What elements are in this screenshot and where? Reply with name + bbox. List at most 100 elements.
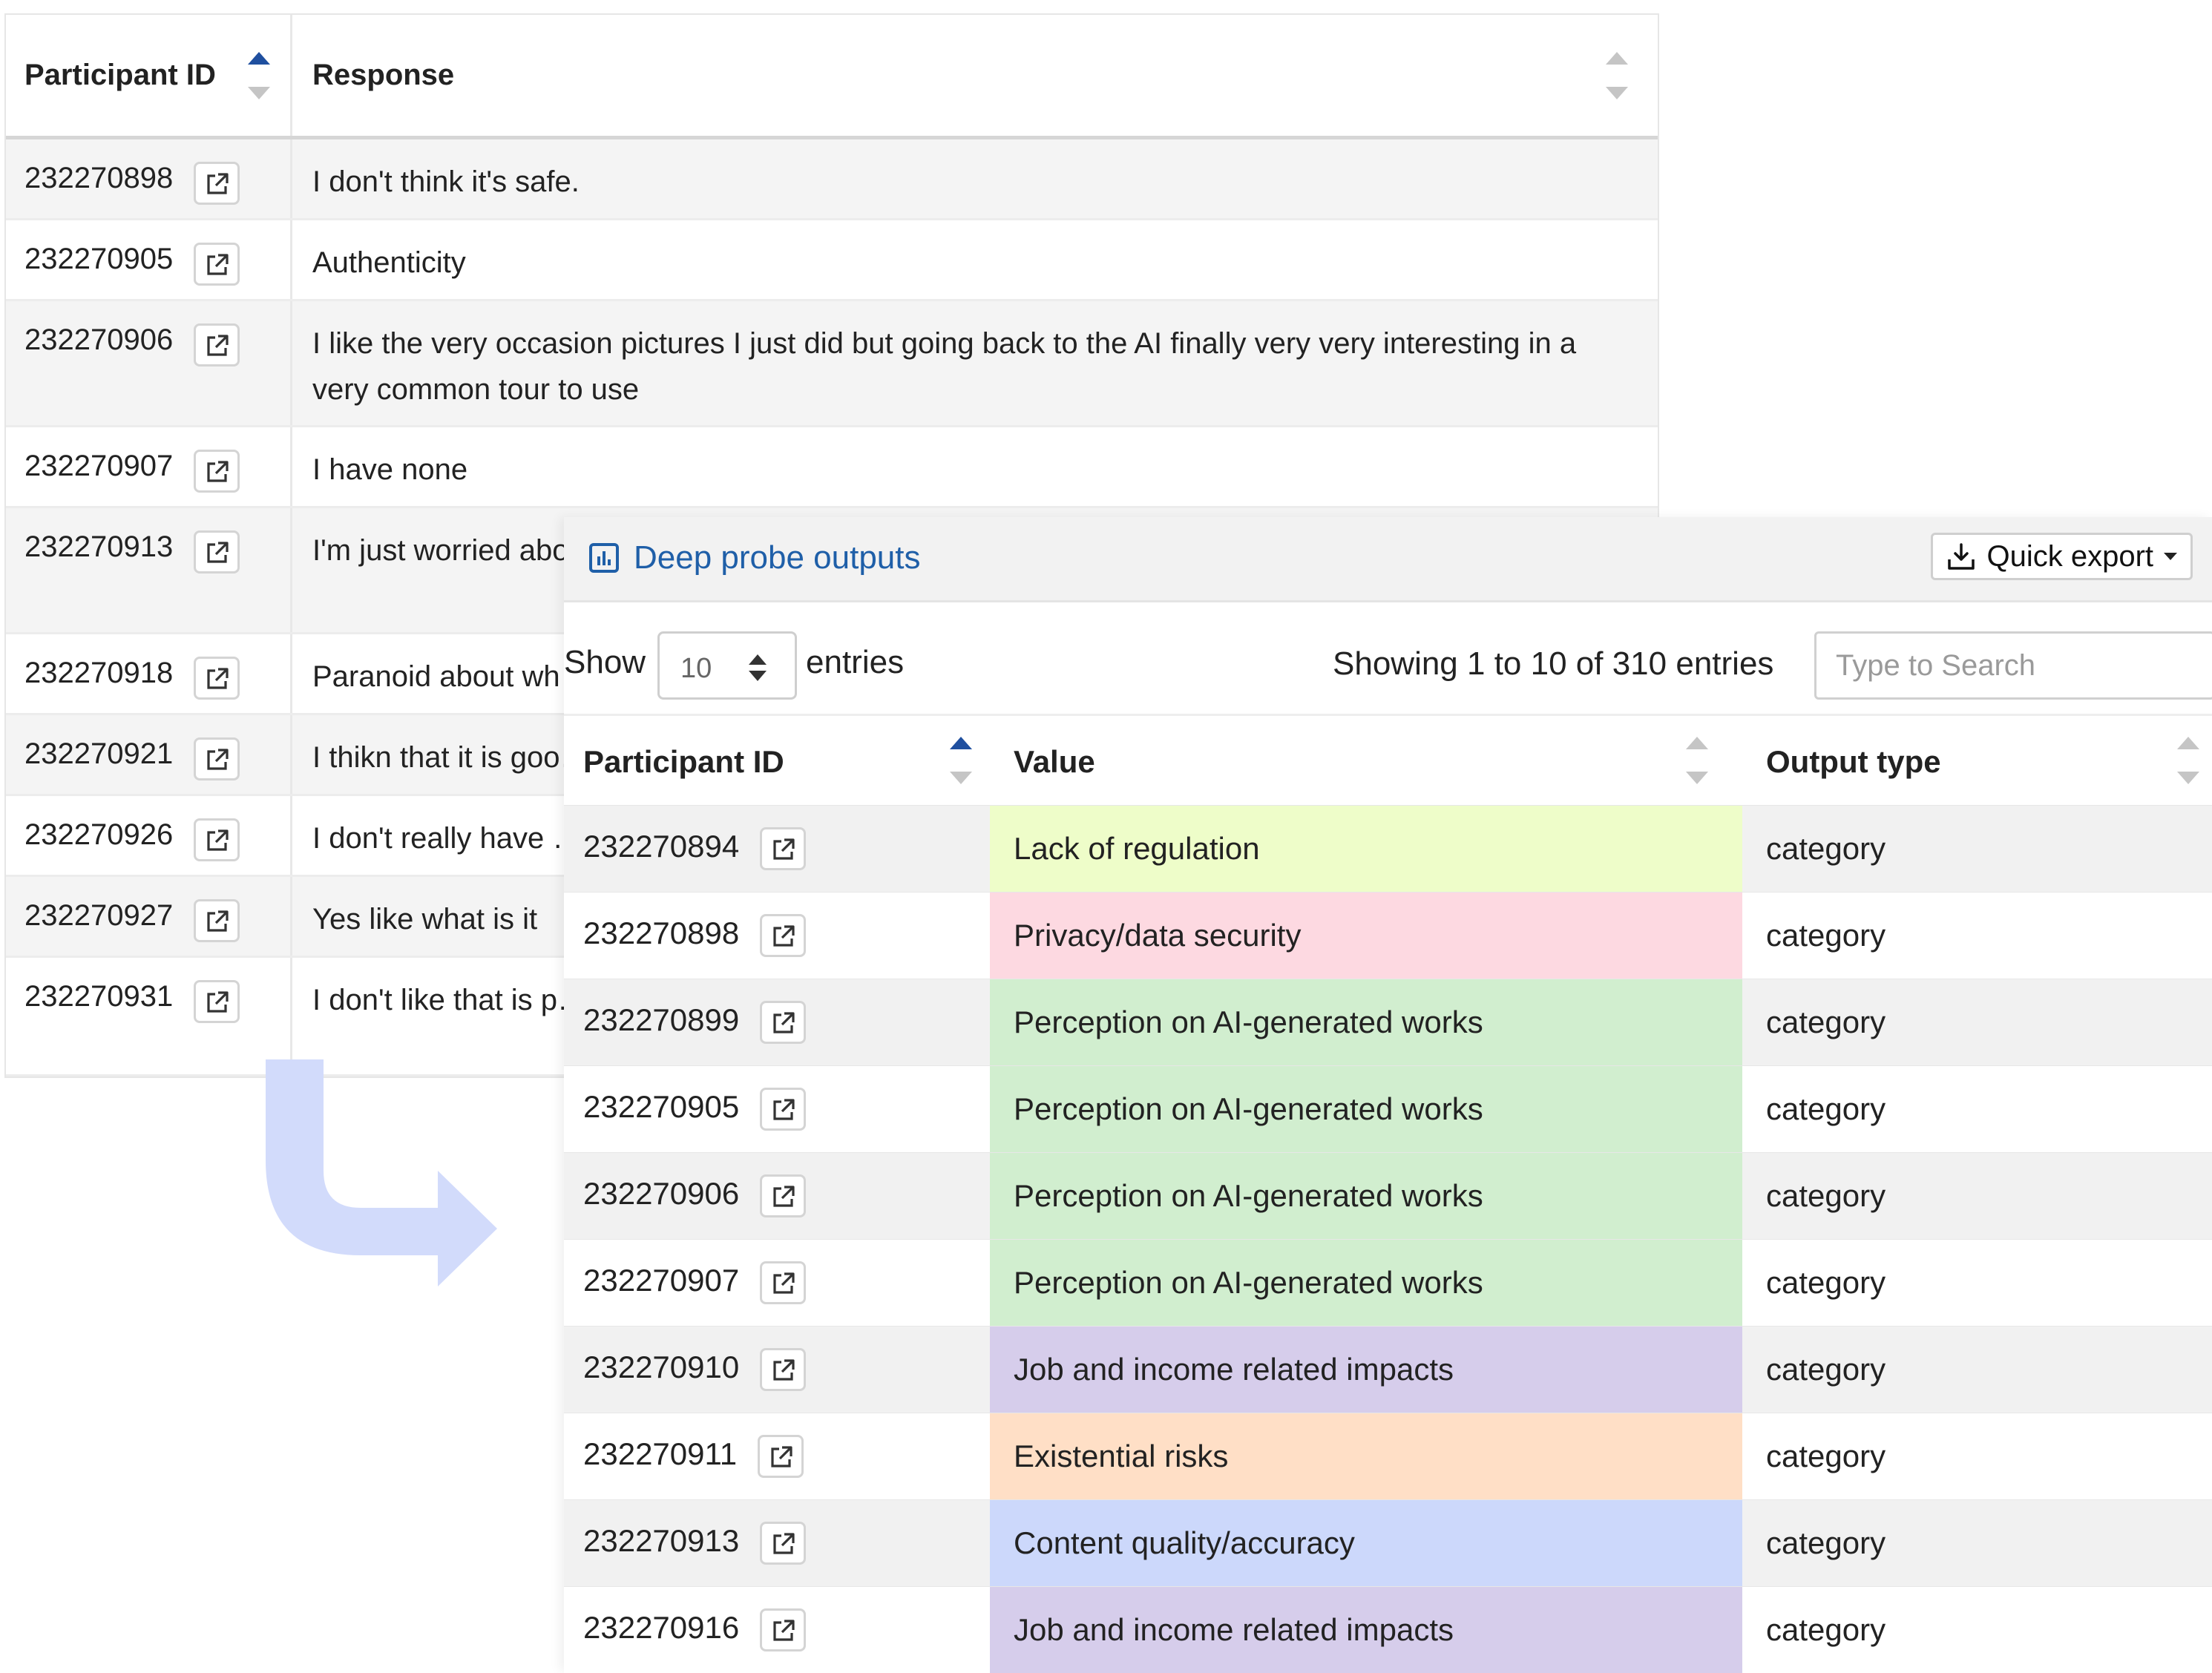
participant-id-cell: 232270898: [6, 139, 292, 218]
response-cell: I have none: [292, 427, 1658, 506]
table-row: 232270905Perception on AI-generated work…: [564, 1066, 2212, 1153]
participant-id: 232270894: [583, 829, 739, 864]
participant-id: 232270921: [24, 737, 173, 771]
search-input[interactable]: [1814, 631, 2212, 700]
participant-id: 232270918: [24, 657, 173, 690]
column-header-label: Participant ID: [24, 59, 216, 92]
external-link-button[interactable]: [194, 530, 240, 573]
participant-id-cell: 232270905: [6, 220, 292, 299]
participant-id-cell: 232270906: [564, 1153, 990, 1240]
panel-title-text: Deep probe outputs: [634, 539, 921, 576]
participant-id: 232270907: [24, 450, 173, 483]
external-link-button[interactable]: [760, 1001, 806, 1044]
participant-id-cell: 232270907: [564, 1240, 990, 1327]
value-cell: Existential risks: [990, 1413, 1742, 1500]
output-type-cell: category: [1742, 1500, 2212, 1587]
column-header-participant-id[interactable]: Participant ID: [564, 715, 990, 806]
external-link-button[interactable]: [760, 1522, 806, 1565]
value-cell: Lack of regulation: [990, 806, 1742, 893]
external-link-button[interactable]: [194, 737, 240, 780]
participant-id: 232270911: [583, 1436, 737, 1471]
table-row: 232270898 I don't think it's safe.: [6, 139, 1658, 220]
participant-id-cell: 232270921: [6, 715, 292, 794]
column-header-participant-id[interactable]: Participant ID: [6, 15, 292, 136]
deep-probe-panel: Deep probe outputs Quick export Show 10 …: [564, 517, 2212, 1671]
external-link-button[interactable]: [194, 899, 240, 942]
value-cell: Perception on AI-generated works: [990, 1240, 1742, 1327]
entries-per-page-select[interactable]: 10: [657, 631, 797, 700]
value-cell: Perception on AI-generated works: [990, 1066, 1742, 1153]
value-cell: Job and income related impacts: [990, 1587, 1742, 1673]
participant-id: 232270906: [24, 323, 173, 357]
value-cell: Privacy/data security: [990, 893, 1742, 979]
table-row: 232270906I like the very occasion pictur…: [6, 301, 1658, 427]
external-link-button[interactable]: [760, 1261, 806, 1304]
participant-id: 232270898: [583, 916, 739, 950]
external-link-button[interactable]: [760, 1088, 806, 1131]
table-row: 232270898Privacy/data securitycategory: [564, 893, 2212, 979]
participant-id: 232270916: [583, 1610, 739, 1645]
table-row: 232270907 Perception on AI-generated work…: [564, 1240, 2212, 1327]
output-type-cell: category: [1742, 1153, 2212, 1240]
arrow-icon: [266, 1059, 503, 1327]
column-header-label: Value: [1014, 744, 1095, 780]
panel-header: Deep probe outputs Quick export: [564, 517, 2212, 602]
table-header-row: Participant ID Value Output type: [564, 715, 2212, 806]
external-link-button[interactable]: [194, 657, 240, 700]
sort-icon[interactable]: [1606, 52, 1628, 99]
external-link-button[interactable]: [194, 162, 240, 205]
response-cell: Authenticity: [292, 220, 1658, 299]
external-link-button[interactable]: [760, 1348, 806, 1391]
column-header-response[interactable]: Response: [292, 15, 1658, 136]
table-row: 232270906Perception on AI-generated work…: [564, 1153, 2212, 1240]
output-type-cell: category: [1742, 979, 2212, 1066]
output-type-cell: category: [1742, 1240, 2212, 1327]
output-type-cell: category: [1742, 1327, 2212, 1413]
external-link-button[interactable]: [194, 980, 240, 1023]
value-cell: Perception on AI-generated works: [990, 1153, 1742, 1240]
participant-id: 232270907: [583, 1263, 739, 1298]
external-link-button[interactable]: [194, 450, 240, 493]
quick-export-label: Quick export: [1986, 540, 2153, 573]
column-header-output-type[interactable]: Output type: [1742, 715, 2212, 806]
participant-id-cell: 232270898: [564, 893, 990, 979]
external-link-button[interactable]: [194, 818, 240, 861]
output-type-cell: category: [1742, 1066, 2212, 1153]
sort-icon[interactable]: [950, 737, 972, 784]
response-cell: I don't think it's safe.: [292, 139, 1658, 218]
column-header-label: Output type: [1766, 744, 1941, 780]
external-link-button[interactable]: [760, 1608, 806, 1651]
participant-id: 232270898: [24, 162, 173, 195]
external-link-button[interactable]: [758, 1435, 804, 1478]
participant-id: 232270913: [24, 530, 173, 564]
participant-id: 232270905: [24, 243, 173, 276]
sort-icon[interactable]: [248, 52, 270, 99]
participant-id-cell: 232270926: [6, 796, 292, 875]
caret-down-icon: [2164, 553, 2177, 560]
entries-label: entries: [806, 644, 904, 681]
participant-id-cell: 232270931: [6, 958, 292, 1074]
column-header-label: Response: [312, 59, 454, 92]
external-link-button[interactable]: [760, 827, 806, 870]
quick-export-button[interactable]: Quick export: [1931, 533, 2193, 580]
participant-id: 232270931: [24, 980, 173, 1013]
external-link-button[interactable]: [760, 1174, 806, 1217]
sort-icon[interactable]: [1686, 737, 1708, 784]
external-link-button[interactable]: [760, 914, 806, 957]
external-link-button[interactable]: [194, 243, 240, 286]
participant-id: 232270899: [583, 1002, 739, 1037]
panel-title: Deep probe outputs: [589, 539, 921, 576]
download-icon: [1946, 542, 1976, 571]
column-header-value[interactable]: Value: [990, 715, 1742, 806]
sort-icon[interactable]: [2177, 737, 2199, 784]
table-row: 232270905 Authenticity: [6, 220, 1658, 301]
table-row: 232270913Content quality/accuracycategor…: [564, 1500, 2212, 1587]
participant-id-cell: 232270911: [564, 1413, 990, 1500]
participant-id-cell: 232270907: [6, 427, 292, 506]
deep-probe-table: Participant ID Value Output type 2322708…: [564, 714, 2212, 1673]
participant-id: 232270910: [583, 1350, 739, 1384]
show-label: Show: [564, 644, 646, 681]
participant-id: 232270913: [583, 1523, 739, 1558]
external-link-button[interactable]: [194, 323, 240, 367]
participant-id: 232270927: [24, 899, 173, 933]
